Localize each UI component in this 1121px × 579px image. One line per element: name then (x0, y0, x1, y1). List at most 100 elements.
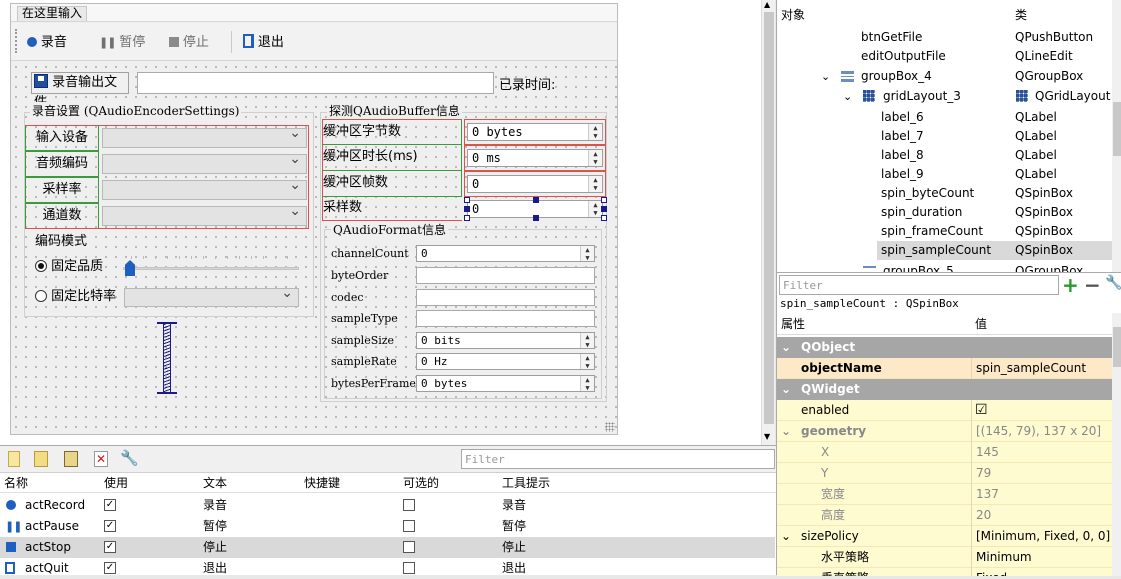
toolbar-button-pause[interactable]: ❚❚ 暂停 (99, 32, 145, 52)
property-row[interactable]: Y 79 (777, 463, 1112, 484)
vertical-spacer[interactable] (157, 322, 177, 394)
selection-handle[interactable] (464, 206, 470, 212)
property-row[interactable]: X 145 (777, 442, 1112, 463)
input-device-combo[interactable] (102, 125, 307, 148)
spin-arrows[interactable]: ▲ ▼ (580, 333, 594, 349)
tree-item[interactable]: spin_byteCount QSpinBox (777, 184, 1112, 203)
format-input-sampleType[interactable] (416, 310, 595, 327)
checkable-checkbox[interactable] (403, 541, 415, 553)
action-filter-input[interactable]: Filter (461, 449, 775, 469)
col-header-shortcut[interactable]: 快捷键 (304, 473, 340, 493)
remove-property-icon[interactable]: − (1084, 273, 1101, 297)
table-row[interactable]: actQuit ✓ 退出 退出 (0, 558, 775, 579)
tree-item[interactable]: label_8 QLabel (777, 146, 1112, 165)
property-value[interactable]: Minimum (976, 547, 1032, 568)
bitrate-combo[interactable] (124, 285, 299, 307)
col-header-tooltip[interactable]: 工具提示 (502, 473, 550, 493)
resize-grip[interactable] (605, 422, 615, 432)
selection-handle[interactable] (533, 215, 539, 221)
chevron-down-icon[interactable]: ⌄ (821, 67, 830, 86)
spin-arrows[interactable]: ▲ ▼ (580, 246, 594, 262)
tree-item[interactable]: spin_duration QSpinBox (777, 203, 1112, 222)
paste-action-icon[interactable] (64, 451, 78, 467)
enabled-checkbox[interactable]: ☑ (975, 400, 988, 421)
property-row[interactable]: 宽度 137 (777, 484, 1112, 505)
property-section[interactable]: ⌄ QObject (777, 337, 1112, 358)
chevron-down-icon[interactable]: ⌄ (781, 526, 791, 547)
property-value[interactable]: 137 (976, 484, 999, 505)
spin-arrows[interactable]: ▲ ▼ (588, 201, 602, 217)
tree-item[interactable]: editOutputFile QLineEdit (777, 47, 1112, 66)
property-value[interactable]: [Minimum, Fixed, 0, 0] (976, 526, 1110, 547)
form-window[interactable]: 在这里输入 录音 ❚❚ 暂停 停止 退出 录音输出文件 已录时间: 录音设置 (… (10, 3, 618, 435)
tree-item[interactable]: ⌄ groupBox_5 QGroupBox (777, 262, 1112, 272)
selection-handle[interactable] (601, 215, 607, 221)
chevron-down-icon[interactable]: ⌄ (843, 262, 852, 272)
tree-item[interactable]: ⌄ groupBox_4 QGroupBox (777, 67, 1112, 86)
table-row-selected[interactable]: actStop ✓ 停止 停止 (0, 537, 775, 558)
output-file-input[interactable] (137, 72, 494, 94)
property-row[interactable]: ⌄ geometry [(145, 79), 137 x 20] (777, 421, 1112, 442)
table-row[interactable]: actRecord ✓ 录音 录音 (0, 495, 775, 516)
checkable-checkbox[interactable] (403, 499, 415, 511)
buffer-spin-bytes[interactable]: 0 bytes ▲ ▼ (467, 123, 603, 141)
format-spin-sampleSize[interactable]: 0 bits ▲ ▼ (416, 332, 595, 349)
used-checkbox[interactable]: ✓ (104, 541, 116, 553)
format-spin-channelCount[interactable]: 0 ▲ ▼ (416, 245, 595, 262)
col-header-class[interactable]: 类 (1015, 5, 1027, 25)
col-header-name[interactable]: 名称 (4, 473, 28, 493)
property-value[interactable]: 79 (976, 463, 991, 484)
delete-action-icon[interactable]: ✕ (94, 451, 108, 467)
tree-item[interactable]: spin_frameCount QSpinBox (777, 222, 1112, 241)
scroll-thumb[interactable] (1113, 327, 1121, 367)
add-property-icon[interactable]: + (1062, 273, 1079, 297)
used-checkbox[interactable]: ✓ (104, 562, 116, 574)
output-file-button[interactable]: 录音输出文件 (31, 72, 129, 110)
form-area-scrollbar[interactable]: ▲ ▼ (761, 0, 775, 445)
format-spin-sampleRate[interactable]: 0 Hz ▲ ▼ (416, 353, 595, 370)
property-value[interactable]: [(145, 79), 137 x 20] (976, 421, 1101, 442)
spin-arrows[interactable]: ▲ ▼ (580, 376, 594, 392)
property-row[interactable]: ⌄ sizePolicy [Minimum, Fixed, 0, 0] (777, 526, 1112, 547)
toolbar-button-stop[interactable]: 停止 (169, 32, 209, 52)
fixed-bitrate-radio[interactable]: 固定比特率 (35, 289, 116, 305)
toolbar-grip[interactable] (15, 29, 19, 53)
tree-item[interactable]: btnGetFile QPushButton (777, 28, 1112, 47)
slider-handle[interactable] (125, 260, 135, 276)
selection-handle[interactable] (601, 206, 607, 212)
property-scrollbar[interactable] (1112, 313, 1121, 576)
col-header-value[interactable]: 值 (975, 313, 987, 335)
property-value[interactable]: 145 (976, 442, 999, 463)
toolbar-button-record[interactable]: 录音 (27, 32, 67, 52)
new-action-icon[interactable] (8, 451, 20, 467)
buffer-spin-frames[interactable]: 0 ▲ ▼ (467, 175, 603, 193)
selection-handle[interactable] (464, 197, 470, 203)
channels-combo[interactable] (102, 203, 307, 226)
format-input-byteOrder[interactable] (416, 267, 595, 284)
used-checkbox[interactable]: ✓ (104, 520, 116, 532)
selection-handle[interactable] (601, 197, 607, 203)
spin-arrows[interactable]: ▲ ▼ (588, 124, 602, 140)
scroll-thumb[interactable] (1113, 102, 1121, 156)
scroll-thumb[interactable] (764, 12, 774, 424)
sample-rate-combo[interactable] (102, 177, 307, 200)
chevron-down-icon[interactable]: ⌄ (781, 337, 791, 358)
checkable-checkbox[interactable] (403, 562, 415, 574)
chevron-down-icon[interactable]: ⌄ (843, 87, 852, 106)
quality-slider[interactable] (123, 256, 299, 276)
object-tree-scrollbar[interactable] (1112, 0, 1121, 272)
spin-arrows[interactable]: ▲ ▼ (580, 354, 594, 370)
spin-arrows[interactable]: ▲ ▼ (588, 176, 602, 192)
audio-codec-combo[interactable] (102, 151, 307, 174)
format-input-codec[interactable] (416, 289, 595, 306)
property-value[interactable]: 20 (976, 505, 991, 526)
col-header-used[interactable]: 使用 (104, 473, 128, 493)
col-header-text[interactable]: 文本 (203, 473, 227, 493)
tree-item-selected[interactable]: spin_sampleCount QSpinBox (777, 241, 1112, 260)
copy-action-icon[interactable] (34, 451, 48, 467)
used-checkbox[interactable]: ✓ (104, 499, 116, 511)
tree-item[interactable]: label_6 QLabel (777, 108, 1112, 127)
selection-handle[interactable] (464, 215, 470, 221)
fixed-quality-radio[interactable]: 固定品质 (35, 259, 103, 275)
buffer-spin-duration[interactable]: 0 ms ▲ ▼ (467, 149, 603, 167)
